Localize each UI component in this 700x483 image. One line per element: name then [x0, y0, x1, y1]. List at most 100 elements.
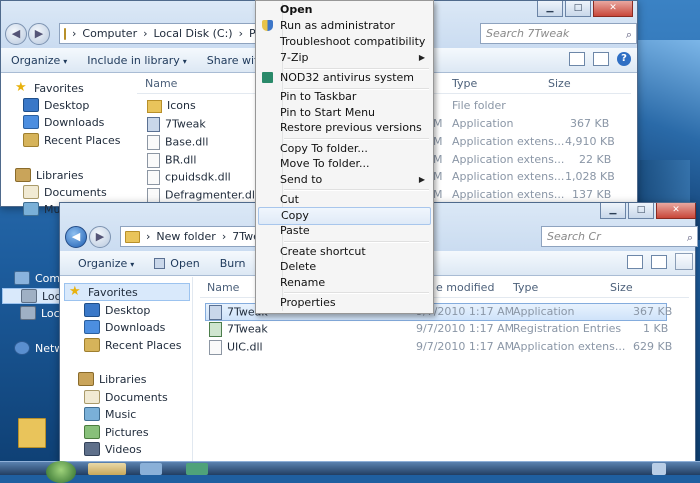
maximize-button[interactable]: □ [628, 203, 654, 219]
folder-icon [64, 27, 66, 40]
burn-button[interactable]: Burn [210, 257, 256, 270]
close-button[interactable]: ✕ [656, 203, 696, 219]
application-icon [147, 117, 160, 132]
address-bar[interactable]: › Computer › Local Disk (C:) › Progra [59, 23, 265, 44]
breadcrumb-new-folder[interactable]: New folder [156, 230, 215, 243]
menu-rename[interactable]: Rename [258, 275, 431, 291]
back-navigation-pane: ★ Favorites Desktop Downloads Recent Plac… [1, 73, 131, 216]
dll-file-icon [147, 153, 160, 168]
search-input[interactable]: Search 7Tweak ⌕ [480, 23, 637, 44]
search-input[interactable]: Search Cr ⌕ [541, 226, 698, 247]
organize-button[interactable]: Organize ▾ [60, 257, 144, 270]
help-icon[interactable]: ? [617, 52, 631, 66]
front-window-controls: ▁ □ ✕ [600, 203, 696, 219]
menu-troubleshoot-compatibility[interactable]: Troubleshoot compatibility [258, 34, 431, 50]
menu-separator [284, 138, 429, 140]
breadcrumb-computer[interactable]: Computer [82, 27, 137, 40]
nav-pictures[interactable]: Pictures [84, 425, 149, 439]
column-header-size[interactable]: Size [610, 281, 633, 294]
back-button[interactable]: ◀ [65, 226, 87, 248]
nav-documents[interactable]: Documents [23, 185, 107, 199]
desktop-icon [23, 98, 39, 112]
column-header-size[interactable]: Size [548, 77, 571, 90]
nav-favorites[interactable]: ★ Favorites [15, 81, 84, 95]
nav-libraries[interactable]: Libraries [78, 372, 147, 386]
column-header-type[interactable]: Type [513, 281, 538, 294]
open-button[interactable]: Open [144, 257, 209, 270]
menu-7zip[interactable]: 7-Zip ▶ [258, 50, 431, 66]
menu-copy-to-folder[interactable]: Copy To folder... [258, 141, 431, 157]
close-button[interactable]: ✕ [593, 1, 633, 17]
nav-videos[interactable]: Videos [84, 442, 142, 456]
view-icon[interactable] [627, 255, 643, 269]
search-placeholder: Search 7Tweak [486, 27, 570, 40]
nav-desktop[interactable]: Desktop [23, 98, 89, 112]
menu-paste[interactable]: Paste [258, 223, 431, 239]
file-row[interactable]: 7Tweak 9/7/2010 1:17 AM Registration Ent… [205, 321, 668, 337]
forward-button[interactable]: ▶ [28, 23, 50, 45]
menu-create-shortcut[interactable]: Create shortcut [258, 244, 431, 260]
shield-icon [262, 20, 273, 31]
column-header-name[interactable]: Name [207, 281, 239, 294]
nav-downloads[interactable]: Downloads [84, 320, 165, 334]
column-header-name[interactable]: Name [145, 77, 177, 90]
menu-pin-to-taskbar[interactable]: Pin to Taskbar [258, 89, 431, 105]
nav-downloads[interactable]: Downloads [23, 115, 104, 129]
nav-desktop[interactable]: Desktop [84, 303, 150, 317]
nav-recent-places[interactable]: Recent Places [23, 133, 121, 147]
desktop-folder-icon[interactable] [18, 418, 46, 448]
taskbar-app-button[interactable] [140, 463, 162, 475]
menu-run-as-administrator[interactable]: Run as administrator [258, 18, 431, 34]
downloads-icon [84, 320, 100, 334]
dll-file-icon [147, 188, 160, 203]
minimize-button[interactable]: ▁ [600, 203, 626, 219]
menu-properties[interactable]: Properties [258, 295, 431, 311]
taskbar-app-button[interactable] [186, 463, 208, 475]
breadcrumb-separator: › [146, 230, 151, 243]
nav-favorites[interactable]: ★ Favorites [64, 283, 190, 301]
breadcrumb-local-disk[interactable]: Local Disk (C:) [154, 27, 233, 40]
search-icon: ⌕ [625, 28, 632, 41]
libraries-icon [15, 168, 31, 182]
documents-icon [84, 390, 100, 404]
menu-move-to-folder[interactable]: Move To folder... [258, 156, 431, 172]
desktop-icon [84, 303, 100, 317]
taskbar-explorer-button[interactable] [88, 463, 126, 475]
nav-libraries[interactable]: Libraries [15, 168, 84, 182]
folder-icon [147, 99, 162, 113]
preview-pane-icon[interactable] [593, 52, 609, 66]
menu-send-to[interactable]: Send to ▶ [258, 172, 431, 188]
maximize-button[interactable]: □ [565, 1, 591, 17]
menu-restore-previous-versions[interactable]: Restore previous versions [258, 120, 431, 136]
dll-file-icon [209, 340, 222, 355]
minimize-button[interactable]: ▁ [537, 1, 563, 17]
file-row[interactable]: UIC.dll 9/7/2010 1:17 AM Application ext… [205, 339, 672, 355]
network-icon [14, 341, 30, 355]
menu-delete[interactable]: Delete [258, 259, 431, 275]
recent-places-icon [84, 338, 100, 352]
organize-button[interactable]: Organize ▾ [1, 54, 77, 67]
preview-pane-icon[interactable] [651, 255, 667, 269]
nav-recent-places[interactable]: Recent Places [84, 338, 182, 352]
forward-button[interactable]: ▶ [89, 226, 111, 248]
nav-music[interactable]: Music [84, 407, 136, 421]
downloads-icon [23, 115, 39, 129]
menu-separator [284, 189, 429, 191]
pictures-icon [84, 425, 100, 439]
back-button[interactable]: ◀ [5, 23, 27, 45]
registry-file-icon [209, 322, 222, 337]
menu-cut[interactable]: Cut [258, 192, 431, 208]
menu-open[interactable]: Open [258, 2, 431, 18]
column-header-type[interactable]: Type [452, 77, 477, 90]
column-header-date-modified[interactable]: e modified [436, 281, 494, 294]
menu-separator [284, 241, 429, 243]
start-orb-icon[interactable] [46, 461, 76, 483]
folder-icon [125, 230, 140, 243]
menu-pin-to-start[interactable]: Pin to Start Menu [258, 105, 431, 121]
view-icon[interactable] [569, 52, 585, 66]
include-in-library-button[interactable]: Include in library ▾ [77, 54, 196, 67]
menu-nod32[interactable]: NOD32 antivirus system [258, 70, 431, 86]
taskbar-tray-icon[interactable] [652, 463, 666, 475]
nav-documents[interactable]: Documents [84, 390, 168, 404]
scrollbar-up[interactable] [675, 253, 693, 270]
